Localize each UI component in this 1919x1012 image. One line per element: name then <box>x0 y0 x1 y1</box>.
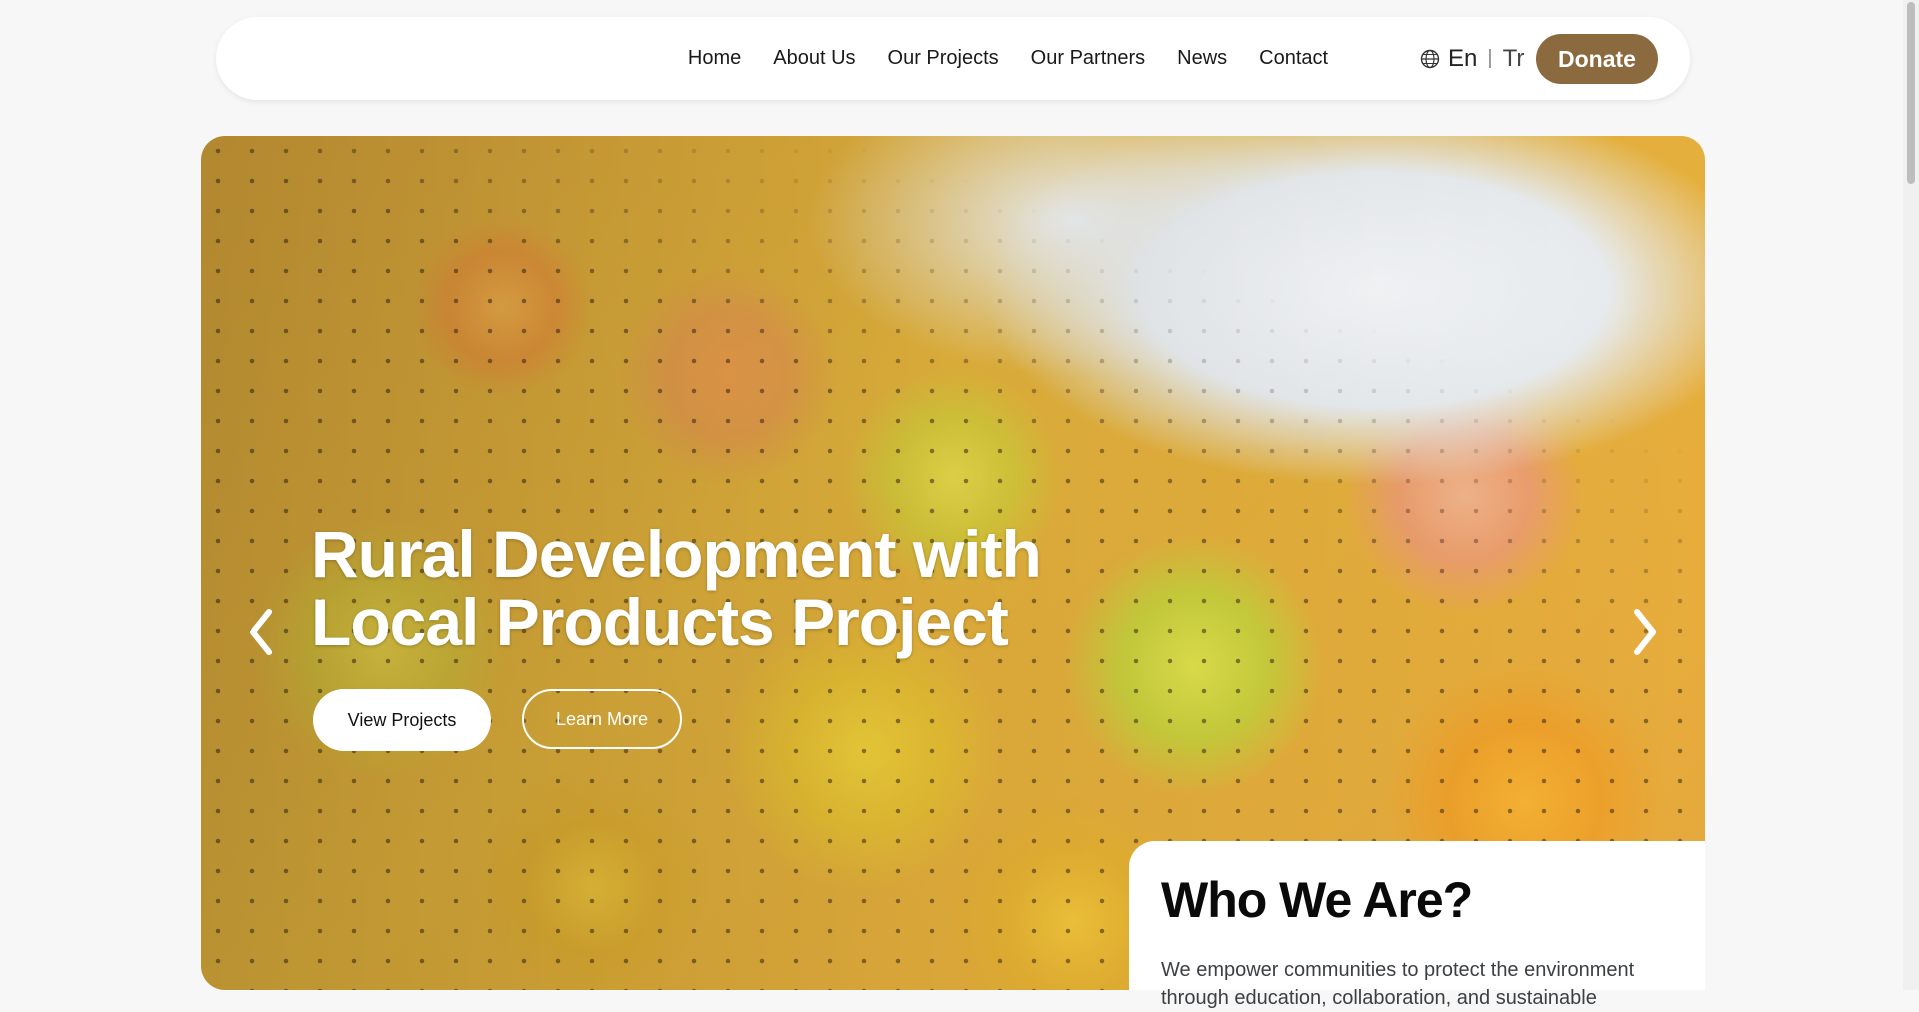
scrollbar-thumb[interactable] <box>1907 2 1915 184</box>
nav-contact[interactable]: Contact <box>1259 47 1328 70</box>
learn-more-button[interactable]: Learn More <box>522 689 682 749</box>
globe-icon <box>1420 49 1440 68</box>
nav-our-partners[interactable]: Our Partners <box>1031 47 1145 70</box>
lang-separator: | <box>1487 47 1493 69</box>
lang-en[interactable]: En <box>1448 45 1477 73</box>
language-switcher: En | Tr <box>1420 17 1524 100</box>
page-scrollbar[interactable] <box>1903 0 1919 990</box>
nav-our-projects[interactable]: Our Projects <box>888 47 999 70</box>
donate-button[interactable]: Donate <box>1536 34 1658 84</box>
hero-title-line2: Local Products Project <box>311 585 1009 659</box>
chevron-right-icon[interactable] <box>1625 602 1665 662</box>
who-we-are-card: Who We Are? We empower communities to pr… <box>1129 841 1705 1009</box>
hero-title: Rural Development with Local Products Pr… <box>311 520 1111 656</box>
lang-tr[interactable]: Tr <box>1503 45 1525 73</box>
hero-title-line1: Rural Development with <box>311 517 1042 591</box>
nav-about-us[interactable]: About Us <box>773 47 855 70</box>
who-we-are-title: Who We Are? <box>1161 872 1473 928</box>
nav-home[interactable]: Home <box>688 47 741 70</box>
nav-news[interactable]: News <box>1177 47 1227 70</box>
view-projects-button[interactable]: View Projects <box>313 689 491 751</box>
chevron-left-icon[interactable] <box>241 602 281 662</box>
navbar: Home About Us Our Projects Our Partners … <box>216 17 1690 100</box>
who-we-are-text: We empower communities to protect the en… <box>1161 959 1635 1009</box>
